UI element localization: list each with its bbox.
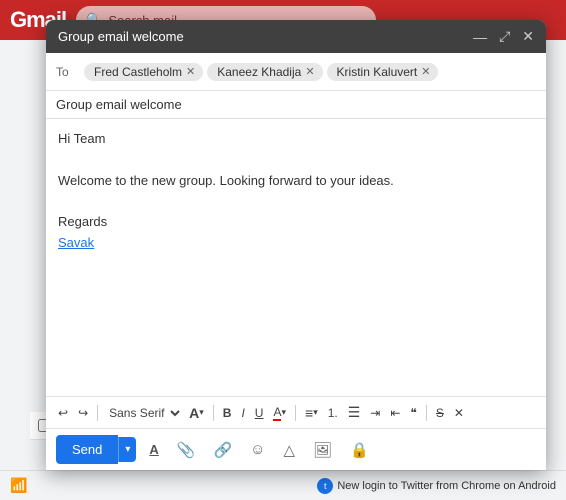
ordered-list-button[interactable]: 1.: [324, 403, 342, 423]
compose-toolbar: ↩ ↪ Sans Serif Arial Georgia A ▾ B I: [46, 396, 546, 428]
font-color-icon: A: [273, 405, 281, 421]
font-color-button[interactable]: A ▾: [269, 402, 290, 424]
formatting-button[interactable]: A: [144, 437, 163, 462]
body-line-3: Welcome to the new group. Looking forwar…: [58, 171, 534, 192]
align-button[interactable]: ≡ ▾: [301, 402, 322, 424]
photo-icon: 🖼: [313, 442, 332, 459]
email-body[interactable]: Hi Team Welcome to the new group. Lookin…: [46, 119, 546, 396]
send-group: Send ▾: [56, 435, 136, 464]
body-line-5: Regards: [58, 212, 534, 233]
photo-button[interactable]: 🖼: [308, 437, 337, 463]
toolbar-sep-2: [213, 405, 214, 421]
font-color-arrow: ▾: [281, 407, 286, 418]
body-line-4: [58, 191, 534, 212]
send-dropdown-button[interactable]: ▾: [118, 437, 136, 462]
remove-format-icon: ✕: [454, 406, 464, 420]
body-line-6: Savak: [58, 233, 534, 254]
outdent-button[interactable]: ⇤: [386, 403, 404, 423]
align-icon: ≡: [305, 405, 313, 421]
remove-format-button[interactable]: ✕: [450, 403, 468, 423]
unordered-list-icon: ☰: [348, 404, 361, 421]
subject-field[interactable]: Group email welcome: [46, 91, 546, 119]
undo-icon: ↩: [58, 406, 68, 420]
remove-fred-icon[interactable]: ✕: [186, 65, 195, 78]
toolbar-sep-3: [295, 405, 296, 421]
italic-button[interactable]: I: [237, 403, 248, 423]
strikethrough-icon: S: [436, 406, 444, 420]
notification-text: New login to Twitter from Chrome on Andr…: [337, 480, 556, 492]
subject-text: Group email welcome: [56, 97, 182, 112]
toolbar-sep-1: [97, 405, 98, 421]
indent-button[interactable]: ⇥: [366, 403, 384, 423]
bold-button[interactable]: B: [219, 403, 236, 423]
status-bar-left: 📶: [10, 477, 317, 494]
recipient-chip-kristin[interactable]: Kristin Kaluvert ✕: [327, 63, 439, 81]
compose-actions: Send ▾ A 📎 🔗 ☺ △ 🖼 🔒: [46, 428, 546, 470]
font-size-arrow: ▾: [199, 407, 204, 418]
strikethrough-button[interactable]: S: [432, 403, 448, 423]
redo-icon: ↪: [78, 406, 88, 420]
indent-icon: ⇥: [370, 406, 380, 420]
font-family-select[interactable]: Sans Serif Arial Georgia: [103, 403, 183, 423]
attach-icon: 📎: [177, 442, 196, 459]
emoji-button[interactable]: ☺: [245, 437, 270, 462]
body-line-1: Hi Team: [58, 129, 534, 150]
quote-button[interactable]: ❝: [406, 403, 420, 423]
outdent-icon: ⇤: [390, 406, 400, 420]
font-size-button[interactable]: A ▾: [185, 402, 208, 424]
left-panel: [0, 40, 30, 470]
formatting-icon: A: [149, 442, 158, 457]
to-label: To: [56, 65, 76, 79]
align-arrow: ▾: [313, 407, 318, 418]
recipient-chip-kaneez[interactable]: Kaneez Khadija ✕: [207, 63, 322, 81]
send-button[interactable]: Send: [56, 435, 118, 464]
font-size-icon: A: [189, 405, 199, 421]
undo-button[interactable]: ↩: [54, 403, 72, 423]
status-bar: 📶 t New login to Twitter from Chrome on …: [0, 470, 566, 500]
unordered-list-button[interactable]: ☰: [344, 401, 365, 424]
maximize-icon[interactable]: ⤢: [499, 28, 510, 45]
drive-button[interactable]: △: [279, 437, 301, 463]
twitter-icon: t: [317, 478, 333, 494]
compose-header[interactable]: Group email welcome — ⤢ ✕: [46, 20, 546, 53]
link-icon: 🔗: [213, 442, 232, 459]
bold-icon: B: [223, 406, 232, 420]
recipient-name-fred: Fred Castleholm: [94, 65, 182, 79]
underline-button[interactable]: U: [251, 403, 268, 423]
underline-icon: U: [255, 406, 264, 420]
ordered-list-icon: 1.: [328, 406, 338, 420]
lock-icon: 🔒: [350, 442, 369, 459]
body-line-2: [58, 150, 534, 171]
compose-body: To Fred Castleholm ✕ Kaneez Khadija ✕ Kr…: [46, 53, 546, 470]
compose-modal: Group email welcome — ⤢ ✕ To Fred Castle…: [46, 20, 546, 470]
quote-icon: ❝: [410, 406, 416, 420]
wifi-icon: 📶: [10, 477, 27, 494]
drive-icon: △: [284, 442, 296, 459]
attach-button[interactable]: 📎: [172, 437, 201, 463]
remove-kaneez-icon[interactable]: ✕: [305, 65, 314, 78]
toolbar-sep-4: [426, 405, 427, 421]
recipient-name-kaneez: Kaneez Khadija: [217, 65, 301, 79]
notification-area: t New login to Twitter from Chrome on An…: [317, 478, 556, 494]
signature-link[interactable]: Savak: [58, 235, 94, 250]
lock-button[interactable]: 🔒: [345, 437, 374, 463]
compose-header-controls: — ⤢ ✕: [473, 28, 534, 45]
redo-button[interactable]: ↪: [74, 403, 92, 423]
recipient-chip-fred[interactable]: Fred Castleholm ✕: [84, 63, 203, 81]
remove-kristin-icon[interactable]: ✕: [421, 65, 430, 78]
minimize-icon[interactable]: —: [473, 29, 487, 45]
italic-icon: I: [241, 406, 244, 420]
to-field[interactable]: To Fred Castleholm ✕ Kaneez Khadija ✕ Kr…: [46, 53, 546, 91]
link-button[interactable]: 🔗: [208, 437, 237, 463]
emoji-icon: ☺: [250, 441, 265, 458]
recipient-name-kristin: Kristin Kaluvert: [337, 65, 418, 79]
compose-title: Group email welcome: [58, 29, 184, 44]
close-compose-icon[interactable]: ✕: [522, 28, 534, 45]
